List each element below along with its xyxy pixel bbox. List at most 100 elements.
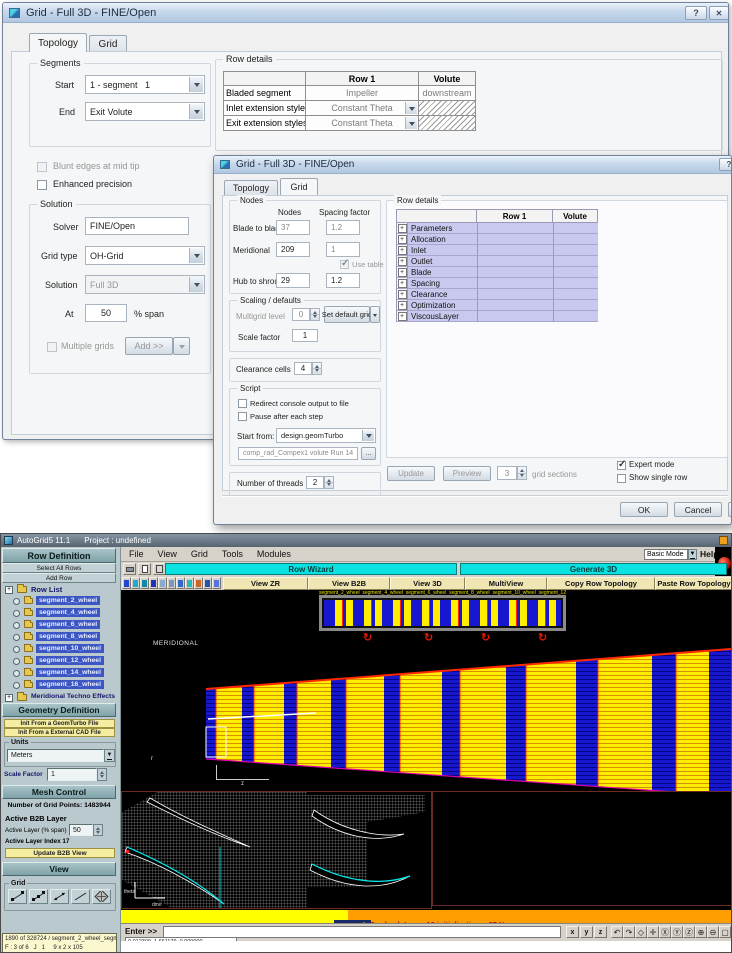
paste-row-topology-button[interactable]: Paste Row Topology: [655, 577, 732, 590]
rotate-x-icon[interactable]: Ⓧ: [659, 926, 671, 938]
exit-extension-select[interactable]: Constant Theta: [306, 116, 419, 131]
expand-icon[interactable]: [397, 245, 408, 256]
row-optimization[interactable]: Optimization: [408, 300, 598, 311]
init-cad-button[interactable]: Init From a External CAD File: [4, 728, 115, 737]
tree-node-icon[interactable]: [13, 622, 20, 629]
inlet-extension-select[interactable]: Constant Theta: [306, 101, 419, 116]
help-button[interactable]: ?: [685, 6, 707, 20]
tab-topology[interactable]: Topology: [29, 33, 87, 52]
zoom-out-icon[interactable]: ⊖: [707, 926, 719, 938]
show-single-row-checkbox[interactable]: [617, 474, 626, 483]
tree-node-icon[interactable]: [13, 634, 20, 641]
tab-grid[interactable]: Grid: [280, 178, 318, 195]
tree-node-icon[interactable]: [13, 670, 20, 677]
select-all-rows-button[interactable]: Select All Rows: [2, 563, 116, 573]
set-default-dropdown-button[interactable]: [370, 306, 380, 323]
row-wizard-button[interactable]: Row Wizard: [165, 563, 457, 575]
tab-grid[interactable]: Grid: [89, 35, 127, 52]
scale-factor-spinner[interactable]: [97, 768, 107, 781]
expand-icon[interactable]: [397, 223, 408, 234]
update-b2b-button[interactable]: Update B2B View: [5, 848, 115, 858]
tree-item-segment[interactable]: segment_2_wheel: [36, 596, 100, 605]
end-select[interactable]: Exit Volute: [85, 102, 205, 121]
axis-x-button[interactable]: x: [566, 926, 579, 938]
expert-mode-checkbox[interactable]: [617, 461, 626, 470]
active-layer-spinner[interactable]: [93, 824, 103, 836]
grid-style-button[interactable]: [71, 889, 90, 904]
segment-strip-widget[interactable]: [319, 595, 566, 632]
threads-input[interactable]: 2: [306, 476, 324, 489]
start-from-select[interactable]: design.geomTurbo: [276, 428, 376, 443]
solver-input[interactable]: FINE/Open: [85, 217, 189, 235]
tree-node-icon[interactable]: [13, 646, 20, 653]
add-dropdown-button[interactable]: [173, 337, 190, 355]
zoom-in-icon[interactable]: ⊕: [695, 926, 707, 938]
update-button[interactable]: Update: [387, 466, 435, 481]
tree-node-icon[interactable]: [13, 598, 20, 605]
pan-icon[interactable]: ✛: [647, 926, 659, 938]
mode-select[interactable]: Basic Mode: [644, 549, 688, 560]
meridional-nodes-input[interactable]: 209: [276, 242, 310, 257]
view-3d-button[interactable]: View 3D: [390, 577, 465, 590]
grid-style-button[interactable]: [8, 889, 27, 904]
add-row-button[interactable]: Add Row: [2, 573, 116, 583]
tree-item-segment[interactable]: segment_10_wheel: [36, 644, 104, 653]
units-dropdown-button[interactable]: ▼: [104, 749, 115, 762]
toolbar-icon[interactable]: [176, 577, 185, 589]
print-icon[interactable]: [123, 563, 136, 575]
toolbar-icon[interactable]: [158, 577, 167, 589]
expand-icon[interactable]: [397, 289, 408, 300]
expand-icon[interactable]: [397, 278, 408, 289]
mode-dropdown-button[interactable]: ▼: [688, 549, 697, 560]
set-default-grid-button[interactable]: Set default grid: [324, 306, 370, 323]
menu-tools[interactable]: Tools: [222, 549, 243, 559]
minimize-button[interactable]: [719, 536, 728, 545]
tree-item-segment[interactable]: segment_6_wheel: [36, 620, 100, 629]
tree-item-segment[interactable]: segment_8_wheel: [36, 632, 100, 641]
menu-view[interactable]: View: [158, 549, 177, 559]
tree-item-segment[interactable]: segment_4_wheel: [36, 608, 100, 617]
close-button[interactable]: ✕: [709, 6, 729, 20]
center-view-icon[interactable]: ◇: [635, 926, 647, 938]
toolbar-icon[interactable]: [149, 577, 158, 589]
axis-z-button[interactable]: z: [594, 926, 607, 938]
meridional-effects-node[interactable]: Meridional Techno Effects: [31, 693, 115, 700]
tab-topology[interactable]: Topology: [224, 180, 278, 195]
init-geomturbo-button[interactable]: Init From a GeomTurbo File: [4, 719, 115, 728]
tree-item-segment[interactable]: segment_14_wheel: [36, 668, 104, 677]
tree-node-icon[interactable]: [13, 682, 20, 689]
toolbar-icon[interactable]: [122, 577, 131, 589]
clearance-cells-input[interactable]: 4: [294, 362, 312, 375]
hub-to-shroud-spacing-input[interactable]: 1.2: [326, 273, 360, 288]
copy-row-topology-button[interactable]: Copy Row Topology: [547, 577, 655, 590]
expand-icon[interactable]: [5, 694, 13, 702]
rotate-y-icon[interactable]: Ⓨ: [671, 926, 683, 938]
pause-after-step-checkbox[interactable]: [238, 412, 247, 421]
undo-view-icon[interactable]: ↶: [611, 926, 623, 938]
tree-node-icon[interactable]: [13, 610, 20, 617]
row-inlet[interactable]: Inlet: [408, 245, 598, 256]
multiple-grids-checkbox[interactable]: [47, 342, 57, 352]
generate-3d-button[interactable]: Generate 3D: [460, 563, 727, 575]
ok-button[interactable]: OK: [620, 502, 668, 517]
browse-button[interactable]: ...: [361, 447, 376, 460]
start-select[interactable]: 1 - segment 1: [85, 75, 205, 94]
row-parameters[interactable]: Parameters: [408, 223, 598, 234]
toolbar-icon[interactable]: [212, 577, 221, 589]
blunt-edges-checkbox[interactable]: [37, 162, 47, 172]
grid-style-button[interactable]: [50, 889, 69, 904]
preview-button[interactable]: Preview: [443, 466, 491, 481]
menu-grid[interactable]: Grid: [191, 549, 208, 559]
view-zr-button[interactable]: View ZR: [223, 577, 308, 590]
expand-icon[interactable]: [397, 256, 408, 267]
view-b2b-button[interactable]: View B2B: [308, 577, 390, 590]
toolbar-icon[interactable]: [140, 577, 149, 589]
span-input[interactable]: 50: [85, 304, 127, 322]
rotate-z-icon[interactable]: Ⓩ: [683, 926, 695, 938]
row-spacing[interactable]: Spacing: [408, 278, 598, 289]
toolbar-icon[interactable]: [194, 577, 203, 589]
menu-modules[interactable]: Modules: [257, 549, 291, 559]
hub-to-shroud-nodes-input[interactable]: 29: [276, 273, 310, 288]
secondary-viewport[interactable]: [432, 791, 732, 906]
enhanced-precision-checkbox[interactable]: [37, 180, 47, 190]
